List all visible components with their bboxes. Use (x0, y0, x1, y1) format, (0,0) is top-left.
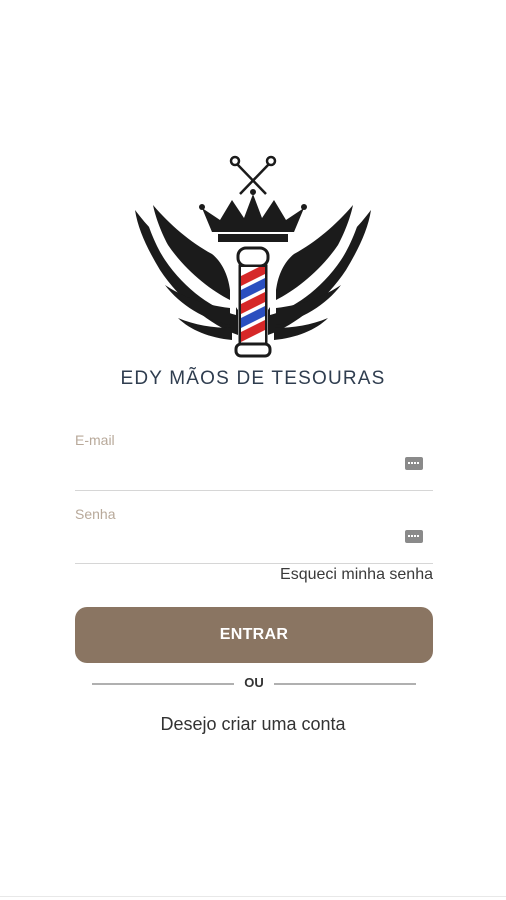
brand-logo (120, 150, 386, 400)
password-input[interactable] (75, 528, 403, 554)
password-label: Senha (75, 506, 116, 522)
password-field[interactable]: Senha (75, 506, 433, 564)
divider-text: OU (244, 675, 264, 690)
email-label: E-mail (75, 432, 115, 448)
brand-name: EDY MÃOS DE TESOURAS (120, 368, 386, 389)
or-divider: OU (92, 675, 416, 693)
login-button[interactable]: ENTRAR (75, 607, 433, 663)
email-input[interactable] (75, 454, 403, 480)
forgot-password-link[interactable]: Esqueci minha senha (280, 566, 433, 584)
create-account-link[interactable]: Desejo criar uma conta (0, 714, 506, 735)
bottom-divider (0, 896, 506, 897)
key-icon[interactable] (405, 530, 423, 543)
barber-logo-icon (135, 155, 371, 358)
key-icon[interactable] (405, 457, 423, 470)
email-field[interactable]: E-mail (75, 432, 433, 491)
